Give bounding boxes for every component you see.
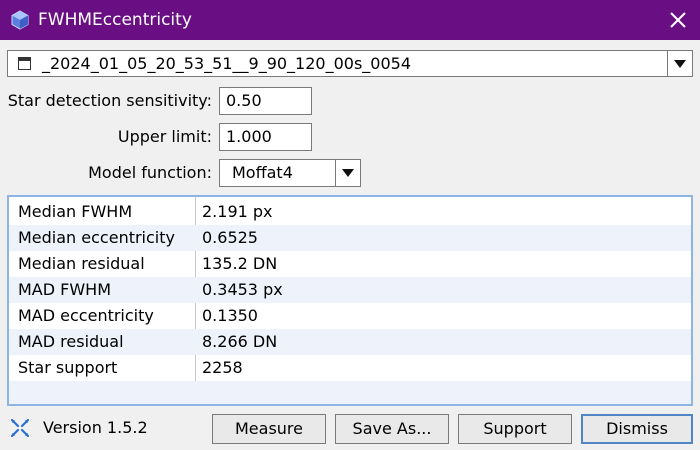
table-row[interactable]: MAD FWHM 0.3453 px	[9, 277, 691, 303]
result-name: Median FWHM	[18, 202, 133, 221]
image-window-icon	[18, 57, 31, 70]
support-button[interactable]: Support	[458, 414, 572, 444]
version-label: Version 1.5.2	[43, 418, 148, 437]
chevron-down-icon[interactable]	[667, 51, 692, 76]
upper-limit-input[interactable]: 1.000	[219, 123, 312, 151]
sensitivity-label: Star detection sensitivity:	[7, 91, 212, 110]
view-selector-value: _2024_01_05_20_53_51__9_90_120_00s_0054	[42, 54, 412, 73]
measure-button[interactable]: Measure	[212, 414, 326, 444]
table-row[interactable]: MAD residual 8.266 DN	[9, 329, 691, 355]
table-row[interactable]: Star support 2258	[9, 355, 691, 381]
result-value: 8.266 DN	[202, 332, 278, 351]
table-row[interactable]: Median residual 135.2 DN	[9, 251, 691, 277]
results-table[interactable]: Median FWHM 2.191 px Median eccentricity…	[7, 195, 693, 406]
app-icon	[11, 10, 29, 30]
table-row[interactable]: MAD eccentricity 0.1350	[9, 303, 691, 329]
result-value: 0.1350	[202, 306, 258, 325]
sensitivity-input[interactable]: 0.50	[219, 87, 312, 115]
model-function-select[interactable]: Moffat4	[219, 159, 361, 187]
window-title: FWHMEccentricity	[38, 10, 192, 30]
save-as-button[interactable]: Save As...	[335, 414, 449, 444]
result-name: MAD FWHM	[18, 280, 112, 299]
title-bar: FWHMEccentricity	[0, 0, 700, 40]
result-name: Median eccentricity	[18, 228, 175, 247]
close-icon[interactable]	[664, 6, 692, 34]
result-name: Median residual	[18, 254, 145, 273]
dismiss-button[interactable]: Dismiss	[581, 414, 693, 444]
model-function-label: Model function:	[88, 163, 212, 182]
pixinsight-logo-icon	[10, 418, 30, 438]
table-row-empty	[9, 381, 691, 404]
upper-limit-label: Upper limit:	[117, 127, 212, 146]
result-value: 2.191 px	[202, 202, 273, 221]
view-selector[interactable]: _2024_01_05_20_53_51__9_90_120_00s_0054	[7, 50, 693, 77]
model-function-value: Moffat4	[232, 163, 293, 182]
result-value: 0.3453 px	[202, 280, 283, 299]
result-name: MAD eccentricity	[18, 306, 154, 325]
result-value: 0.6525	[202, 228, 258, 247]
result-name: MAD residual	[18, 332, 124, 351]
chevron-down-icon[interactable]	[335, 160, 360, 186]
result-value: 2258	[202, 358, 243, 377]
result-value: 135.2 DN	[202, 254, 278, 273]
result-name: Star support	[18, 358, 118, 377]
table-row[interactable]: Median FWHM 2.191 px	[9, 199, 691, 225]
table-row[interactable]: Median eccentricity 0.6525	[9, 225, 691, 251]
